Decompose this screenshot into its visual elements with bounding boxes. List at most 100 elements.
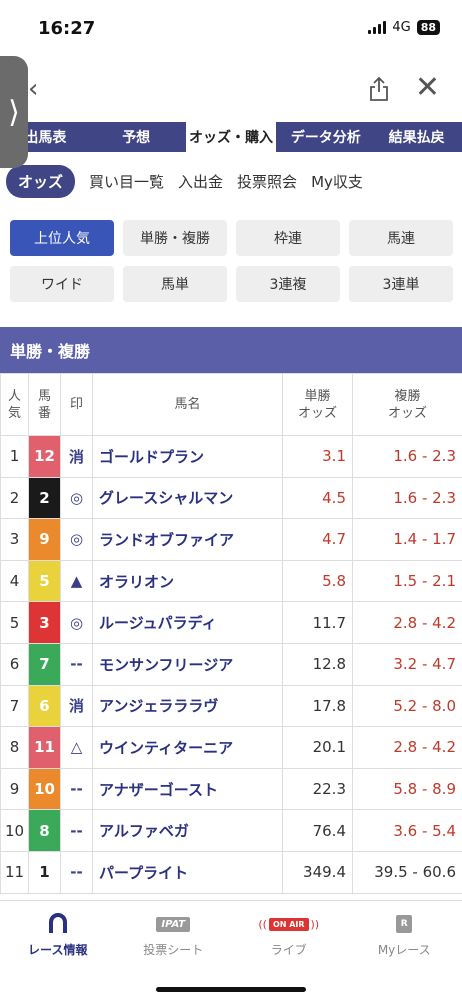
header-place-odds: 複勝 オッズ — [352, 373, 462, 436]
horse-name-cell: モンサンフリージア — [92, 642, 283, 686]
horse-name-cell: アルファベガ — [92, 809, 283, 852]
table-row[interactable]: 11 1 -- パープライト 349.4 39.5 - 60.6 — [0, 850, 462, 894]
horse-number-cell: 12 — [28, 435, 61, 478]
filter-trio[interactable]: 3連複 — [236, 266, 340, 302]
battery-icon: 88 — [416, 20, 440, 35]
horse-name-cell: グレースシャルマン — [92, 476, 283, 520]
prediction-mark-cell: 消 — [60, 684, 93, 728]
horse-number-cell: 5 — [28, 559, 61, 603]
rank-cell: 3 — [0, 518, 29, 561]
table-row[interactable]: 8 11 △ ウインティターニア 20.1 2.8 - 4.2 — [0, 726, 462, 769]
rank-cell: 2 — [0, 476, 29, 520]
place-odds-cell: 1.5 - 2.1 — [352, 559, 462, 603]
filter-wide[interactable]: ワイド — [10, 266, 114, 302]
my-race-icon: R — [396, 913, 413, 935]
subtab-my-balance[interactable]: My収支 — [311, 171, 363, 192]
prediction-mark-cell: 消 — [60, 435, 93, 478]
subtab-deposit[interactable]: 入出金 — [178, 171, 223, 192]
sub-tab-bar: オッズ 買い目一覧 入出金 投票照会 My収支 — [0, 152, 462, 210]
rank-cell: 4 — [0, 559, 29, 603]
table-row[interactable]: 10 8 -- アルファベガ 76.4 3.6 - 5.4 — [0, 809, 462, 852]
place-odds-cell: 5.2 - 8.0 — [352, 684, 462, 728]
filter-trifecta[interactable]: 3連単 — [349, 266, 453, 302]
table-row[interactable]: 4 5 ▲ オラリオン 5.8 1.5 - 2.1 — [0, 559, 462, 603]
ipat-icon: IPAT — [156, 913, 191, 935]
signal-icon — [368, 21, 387, 34]
tab-prediction[interactable]: 予想 — [91, 122, 182, 152]
place-odds-cell: 2.8 - 4.2 — [352, 726, 462, 769]
nav-my-race[interactable]: R Myレース — [347, 913, 462, 961]
win-odds-cell: 11.7 — [282, 601, 353, 644]
win-odds-cell: 5.8 — [282, 559, 353, 603]
prediction-mark-cell: -- — [60, 809, 93, 852]
table-row[interactable]: 6 7 -- モンサンフリージア 12.8 3.2 - 4.7 — [0, 642, 462, 686]
win-odds-cell: 20.1 — [282, 726, 353, 769]
back-icon[interactable]: ‹ — [28, 74, 38, 104]
prediction-mark-cell: △ — [60, 726, 93, 769]
rank-cell: 7 — [0, 684, 29, 728]
place-odds-cell: 5.8 - 8.9 — [352, 767, 462, 811]
win-odds-cell: 22.3 — [282, 767, 353, 811]
nav-live[interactable]: (( ON AIR )) ライブ — [231, 913, 347, 961]
horse-number-cell: 9 — [28, 518, 61, 561]
win-odds-cell: 12.8 — [282, 642, 353, 686]
subtab-vote-inquiry[interactable]: 投票照会 — [237, 171, 297, 192]
place-odds-cell: 1.4 - 1.7 — [352, 518, 462, 561]
prediction-mark-cell: ◎ — [60, 601, 93, 644]
win-odds-cell: 76.4 — [282, 809, 353, 852]
horse-number-cell: 8 — [28, 809, 61, 852]
bottom-nav: レース情報 IPAT 投票シート (( ON AIR )) ライブ R Myレー… — [0, 900, 462, 1000]
header-mark: 印 — [60, 373, 93, 436]
rank-cell: 6 — [0, 642, 29, 686]
share-icon[interactable] — [368, 76, 390, 102]
table-row[interactable]: 3 9 ◎ ランドオブファイア 4.7 1.4 - 1.7 — [0, 518, 462, 561]
horse-name-cell: パープライト — [92, 850, 283, 894]
rank-cell: 11 — [0, 850, 29, 894]
prediction-mark-cell: ◎ — [60, 518, 93, 561]
subtab-odds[interactable]: オッズ — [6, 164, 76, 198]
filter-bracket-quinella[interactable]: 枠連 — [236, 220, 340, 256]
horse-name-cell: アナザーゴースト — [92, 767, 283, 811]
place-odds-cell: 39.5 - 60.6 — [352, 850, 462, 894]
place-odds-cell: 1.6 - 2.3 — [352, 435, 462, 478]
win-odds-cell: 3.1 — [282, 435, 353, 478]
horseshoe-icon — [48, 913, 68, 935]
win-odds-cell: 4.7 — [282, 518, 353, 561]
horse-name-cell: オラリオン — [92, 559, 283, 603]
filter-top-popular[interactable]: 上位人気 — [10, 220, 114, 256]
horse-name-cell: ウインティターニア — [92, 726, 283, 769]
table-row[interactable]: 9 10 -- アナザーゴースト 22.3 5.8 - 8.9 — [0, 767, 462, 811]
horse-number-cell: 10 — [28, 767, 61, 811]
home-indicator — [156, 987, 306, 992]
bet-type-filters: 上位人気 単勝・複勝 枠連 馬連 ワイド 馬単 3連複 3連単 — [0, 210, 462, 302]
table-row[interactable]: 1 12 消ゴールドプラン 3.1 1.6 - 2.3 — [0, 435, 462, 478]
rank-cell: 5 — [0, 601, 29, 644]
table-row[interactable]: 2 2 ◎ グレースシャルマン 4.5 1.6 - 2.3 — [0, 476, 462, 520]
close-icon[interactable]: ✕ — [415, 70, 440, 105]
rank-cell: 10 — [0, 809, 29, 852]
header-number: 馬番 — [28, 373, 61, 436]
horse-number-cell: 6 — [28, 684, 61, 728]
prediction-mark-cell: -- — [60, 767, 93, 811]
status-bar: 16:27 4G 88 — [0, 0, 462, 56]
horse-number-cell: 3 — [28, 601, 61, 644]
tab-odds-purchase[interactable]: オッズ・購入 — [185, 122, 277, 152]
section-title: 単勝・複勝 — [0, 327, 462, 373]
side-panel-handle[interactable]: ⟩ — [0, 56, 28, 168]
network-label: 4G — [392, 20, 411, 35]
filter-exacta[interactable]: 馬単 — [123, 266, 227, 302]
filter-win-place[interactable]: 単勝・複勝 — [123, 220, 227, 256]
tab-results[interactable]: 結果払戻 — [371, 122, 462, 152]
nav-race-info[interactable]: レース情報 — [0, 913, 116, 961]
nav-vote-sheet[interactable]: IPAT 投票シート — [116, 913, 232, 961]
win-odds-cell: 17.8 — [282, 684, 353, 728]
filter-quinella[interactable]: 馬連 — [349, 220, 453, 256]
tab-data-analysis[interactable]: データ分析 — [280, 122, 371, 152]
win-odds-cell: 4.5 — [282, 476, 353, 520]
subtab-bet-list[interactable]: 買い目一覧 — [89, 171, 164, 192]
place-odds-cell: 3.6 - 5.4 — [352, 809, 462, 852]
table-row[interactable]: 5 3 ◎ ルージュパラディ 11.7 2.8 - 4.2 — [0, 601, 462, 644]
table-row[interactable]: 7 6 消アンジェラララヴ 17.8 5.2 - 8.0 — [0, 684, 462, 728]
header-horse-name: 馬名 — [92, 373, 283, 436]
status-indicators: 4G 88 — [368, 20, 440, 35]
